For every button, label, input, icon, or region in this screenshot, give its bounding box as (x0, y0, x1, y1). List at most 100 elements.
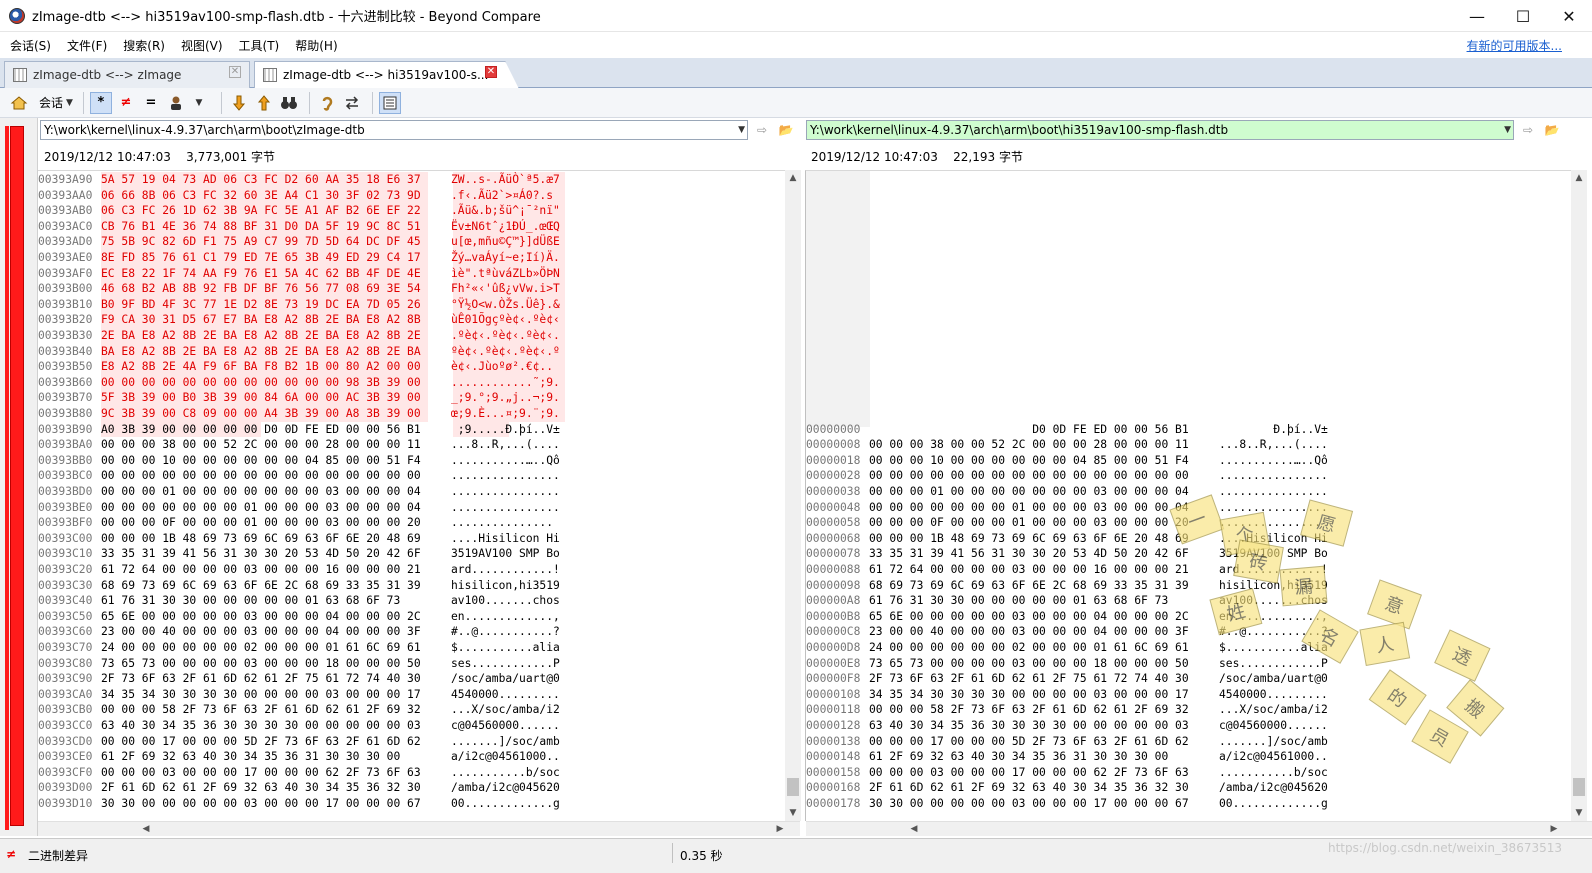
hex-ascii[interactable]: 00.............g (451, 796, 560, 812)
hex-row[interactable]: 00393BB0 00 00 00 10 00 00 00 00 00 00 04… (38, 453, 560, 469)
hex-ascii[interactable]: av100.......chos (451, 593, 560, 609)
difference-bar[interactable] (5, 126, 24, 830)
menu-file[interactable]: 文件(F) (57, 37, 113, 54)
hex-row[interactable]: 00393C90 2F 73 6F 63 2F 61 6D 62 61 2F 75… (38, 671, 560, 687)
hex-bytes[interactable]: 06 C3 FC 26 1D 62 3B 9A FC 5E A1 AF B2 6… (101, 203, 451, 219)
hex-bytes[interactable]: CB 76 B1 4E 36 74 88 BF 31 D0 DA 5F 19 9… (101, 219, 451, 235)
hex-ascii[interactable]: $...........alia (1219, 640, 1328, 656)
hex-row[interactable]: 00000008 00 00 00 38 00 00 52 2C 00 00 00… (806, 437, 1328, 453)
hex-bytes[interactable]: D0 0D FE ED 00 00 56 B1 (869, 422, 1219, 438)
prev-diff-icon[interactable] (253, 92, 275, 114)
hex-ascii[interactable]: ....Hisilicon Hi (1219, 531, 1328, 547)
hex-row[interactable]: 00000048 00 00 00 00 00 00 00 01 00 00 00… (806, 500, 1328, 516)
hex-ascii[interactable]: ses............P (451, 656, 560, 672)
hex-bytes[interactable]: 61 2F 69 32 63 40 30 34 35 36 31 30 30 3… (869, 749, 1219, 765)
scroll-up-icon[interactable]: ▲ (1571, 170, 1587, 186)
hex-ascii[interactable]: ZW..s-.ÃüÒ`ª5.æ7 (451, 172, 560, 188)
hex-ascii[interactable]: ºè¢‹.ºè¢‹.ºè¢‹.º (451, 344, 560, 360)
hex-bytes[interactable]: 24 00 00 00 00 00 00 02 00 00 00 01 61 6… (869, 640, 1219, 656)
hex-bytes[interactable]: 00 00 00 0F 00 00 00 01 00 00 00 03 00 0… (869, 515, 1219, 531)
hex-bytes[interactable]: 61 72 64 00 00 00 00 03 00 00 00 16 00 0… (101, 562, 451, 578)
hex-row[interactable]: 00393C70 24 00 00 00 00 00 00 02 00 00 00… (38, 640, 560, 656)
scroll-down-icon[interactable]: ▼ (1571, 805, 1587, 821)
hex-ascii[interactable]: av100.......chos (1219, 593, 1328, 609)
scroll-left-icon[interactable]: ◀ (906, 822, 922, 837)
hex-ascii[interactable]: c@04560000...... (1219, 718, 1328, 734)
hex-bytes[interactable]: 00 00 00 10 00 00 00 00 00 00 04 85 00 0… (101, 453, 451, 469)
hex-ascii[interactable]: ard............! (451, 562, 560, 578)
hex-bytes[interactable]: 65 6E 00 00 00 00 00 03 00 00 00 04 00 0… (869, 609, 1219, 625)
hex-ascii[interactable]: ...........…..Qô (451, 453, 560, 469)
hex-row[interactable]: 000000C8 23 00 00 40 00 00 00 03 00 00 00… (806, 624, 1328, 640)
hex-ascii[interactable]: ...X/soc/amba/i2 (1219, 702, 1328, 718)
hex-row[interactable]: 00000168 2F 61 6D 62 61 2F 69 32 63 40 30… (806, 780, 1328, 796)
maximize-button[interactable]: ☐ (1500, 0, 1546, 32)
hex-bytes[interactable]: 30 30 00 00 00 00 00 03 00 00 00 17 00 0… (101, 796, 451, 812)
hex-ascii[interactable]: ....Hisilicon Hi (451, 531, 560, 547)
hex-row[interactable]: 00393CE0 61 2F 69 32 63 40 30 34 35 36 31… (38, 749, 560, 765)
refresh-arrow-icon[interactable]: ⇨ (752, 120, 772, 140)
hex-bytes[interactable]: 63 40 30 34 35 36 30 30 30 30 00 00 00 0… (101, 718, 451, 734)
right-vertical-scrollbar[interactable]: ▲ ▼ (1571, 170, 1587, 821)
hex-ascii[interactable]: .Ãü&.b;šü^¡¯²nï" (451, 203, 560, 219)
hex-bytes[interactable]: 34 35 34 30 30 30 30 00 00 00 00 03 00 0… (869, 687, 1219, 703)
hex-row[interactable]: 00393B80 9C 3B 39 00 C8 09 00 00 A4 3B 39… (38, 406, 560, 422)
hex-row[interactable]: 00000118 00 00 00 58 2F 73 6F 63 2F 61 6D… (806, 702, 1328, 718)
hex-row[interactable]: 00000108 34 35 34 30 30 30 30 00 00 00 00… (806, 687, 1328, 703)
hex-bytes[interactable]: 00 00 00 03 00 00 00 17 00 00 00 62 2F 7… (869, 765, 1219, 781)
hex-ascii[interactable]: ................ (1219, 468, 1328, 484)
hex-row[interactable]: 00393AB0 06 C3 FC 26 1D 62 3B 9A FC 5E A1… (38, 203, 560, 219)
hex-row[interactable]: 00393BC0 00 00 00 00 00 00 00 00 00 00 00… (38, 468, 560, 484)
hex-ascii[interactable]: ................ (451, 484, 560, 500)
hex-bytes[interactable]: 30 30 00 00 00 00 00 03 00 00 00 17 00 0… (869, 796, 1219, 812)
hex-row[interactable]: 00393B00 46 68 B2 AB 8B 92 FB DF BF 76 56… (38, 281, 560, 297)
hex-ascii[interactable]: en............., (451, 609, 560, 625)
hex-ascii[interactable]: ard............! (1219, 562, 1328, 578)
left-path-input[interactable]: Y:\work\kernel\linux-4.9.37\arch\arm\boo… (40, 120, 748, 140)
hex-bytes[interactable]: EC E8 22 1F 74 AA F9 76 E1 5A 4C 62 BB 4… (101, 266, 451, 282)
hex-bytes[interactable]: 68 69 73 69 6C 69 63 6F 6E 2C 68 69 33 3… (101, 578, 451, 594)
next-diff-icon[interactable] (228, 92, 250, 114)
hex-row[interactable]: 00000068 00 00 00 1B 48 69 73 69 6C 69 63… (806, 531, 1328, 547)
folder-open-icon[interactable]: 📂 (776, 120, 796, 140)
hex-bytes[interactable]: 33 35 31 39 41 56 31 30 30 20 53 4D 50 2… (101, 546, 451, 562)
hex-bytes[interactable]: B0 9F BD 4F 3C 77 1E D2 8E 73 19 DC EA 7… (101, 297, 451, 313)
all-icon[interactable]: * (89, 91, 112, 114)
hex-row[interactable]: 000000B8 65 6E 00 00 00 00 00 03 00 00 00… (806, 609, 1328, 625)
refresh-arrow-icon[interactable]: ⇨ (1518, 120, 1538, 140)
hex-ascii[interactable]: ................ (1219, 500, 1328, 516)
hex-ascii[interactable]: ...........b/soc (1219, 765, 1328, 781)
hex-row[interactable]: 00000158 00 00 00 03 00 00 00 17 00 00 00… (806, 765, 1328, 781)
hex-row[interactable]: 00393B10 B0 9F BD 4F 3C 77 1E D2 8E 73 19… (38, 297, 560, 313)
hex-bytes[interactable]: 00 00 00 17 00 00 00 5D 2F 73 6F 63 2F 6… (869, 734, 1219, 750)
hex-bytes[interactable]: 00 00 00 58 2F 73 6F 63 2F 61 6D 62 61 2… (101, 702, 451, 718)
hex-row[interactable]: 00393AA0 06 66 8B 06 C3 FC 32 60 3E A4 C1… (38, 188, 553, 204)
hex-ascii[interactable]: /amba/i2c@045620 (451, 780, 560, 796)
tab-close-icon[interactable]: ✕ (229, 66, 241, 78)
chevron-down-icon[interactable]: ▼ (66, 98, 73, 108)
hex-bytes[interactable]: 00 00 00 38 00 00 52 2C 00 00 00 28 00 0… (869, 437, 1219, 453)
tab-dtb-compare[interactable]: zImage-dtb <--> hi3519av100-s... ✕ (254, 61, 519, 89)
hex-bytes[interactable]: 73 65 73 00 00 00 00 03 00 00 00 18 00 0… (869, 656, 1219, 672)
hex-row[interactable]: 00393BD0 00 00 00 01 00 00 00 00 00 00 00… (38, 484, 560, 500)
hex-bytes[interactable]: 00 00 00 38 00 00 52 2C 00 00 00 28 00 0… (101, 437, 451, 453)
hex-ascii[interactable]: è¢‹.Jùoºø².€¢.. (451, 359, 553, 375)
scroll-thumb[interactable] (1573, 778, 1585, 796)
hex-bytes[interactable]: 2F 73 6F 63 2F 61 6D 62 61 2F 75 61 72 7… (869, 671, 1219, 687)
hex-ascii[interactable]: ...8..R,...(.... (451, 437, 560, 453)
hex-row[interactable]: 00393C20 61 72 64 00 00 00 00 03 00 00 00… (38, 562, 560, 578)
hex-bytes[interactable]: 00 00 00 1B 48 69 73 69 6C 69 63 6F 6E 2… (101, 531, 451, 547)
hex-bytes[interactable]: 33 35 31 39 41 56 31 30 30 20 53 4D 50 2… (869, 546, 1219, 562)
hex-row[interactable]: 00393AC0 CB 76 B1 4E 36 74 88 BF 31 D0 DA… (38, 219, 560, 235)
hex-ascii[interactable]: ................ (451, 468, 560, 484)
left-horizontal-scrollbar[interactable]: ◀ ▶ (38, 821, 800, 836)
hex-row[interactable]: 00393BA0 00 00 00 38 00 00 52 2C 00 00 00… (38, 437, 560, 453)
hex-row[interactable]: 00000088 61 72 64 00 00 00 00 03 00 00 00… (806, 562, 1328, 578)
chevron-down-icon[interactable]: ▼ (1504, 121, 1511, 139)
ear-icon[interactable] (316, 92, 338, 114)
hex-row[interactable]: 00393B20 F9 CA 30 31 D5 67 E7 BA E8 A2 8B… (38, 312, 560, 328)
hex-row[interactable]: 000000E8 73 65 73 00 00 00 00 03 00 00 00… (806, 656, 1328, 672)
hex-bytes[interactable]: 68 69 73 69 6C 69 63 6F 6E 2C 68 69 33 3… (869, 578, 1219, 594)
hex-bytes[interactable]: 00 00 00 00 00 00 00 00 00 00 00 00 98 3… (101, 375, 451, 391)
list-icon[interactable] (378, 91, 401, 114)
